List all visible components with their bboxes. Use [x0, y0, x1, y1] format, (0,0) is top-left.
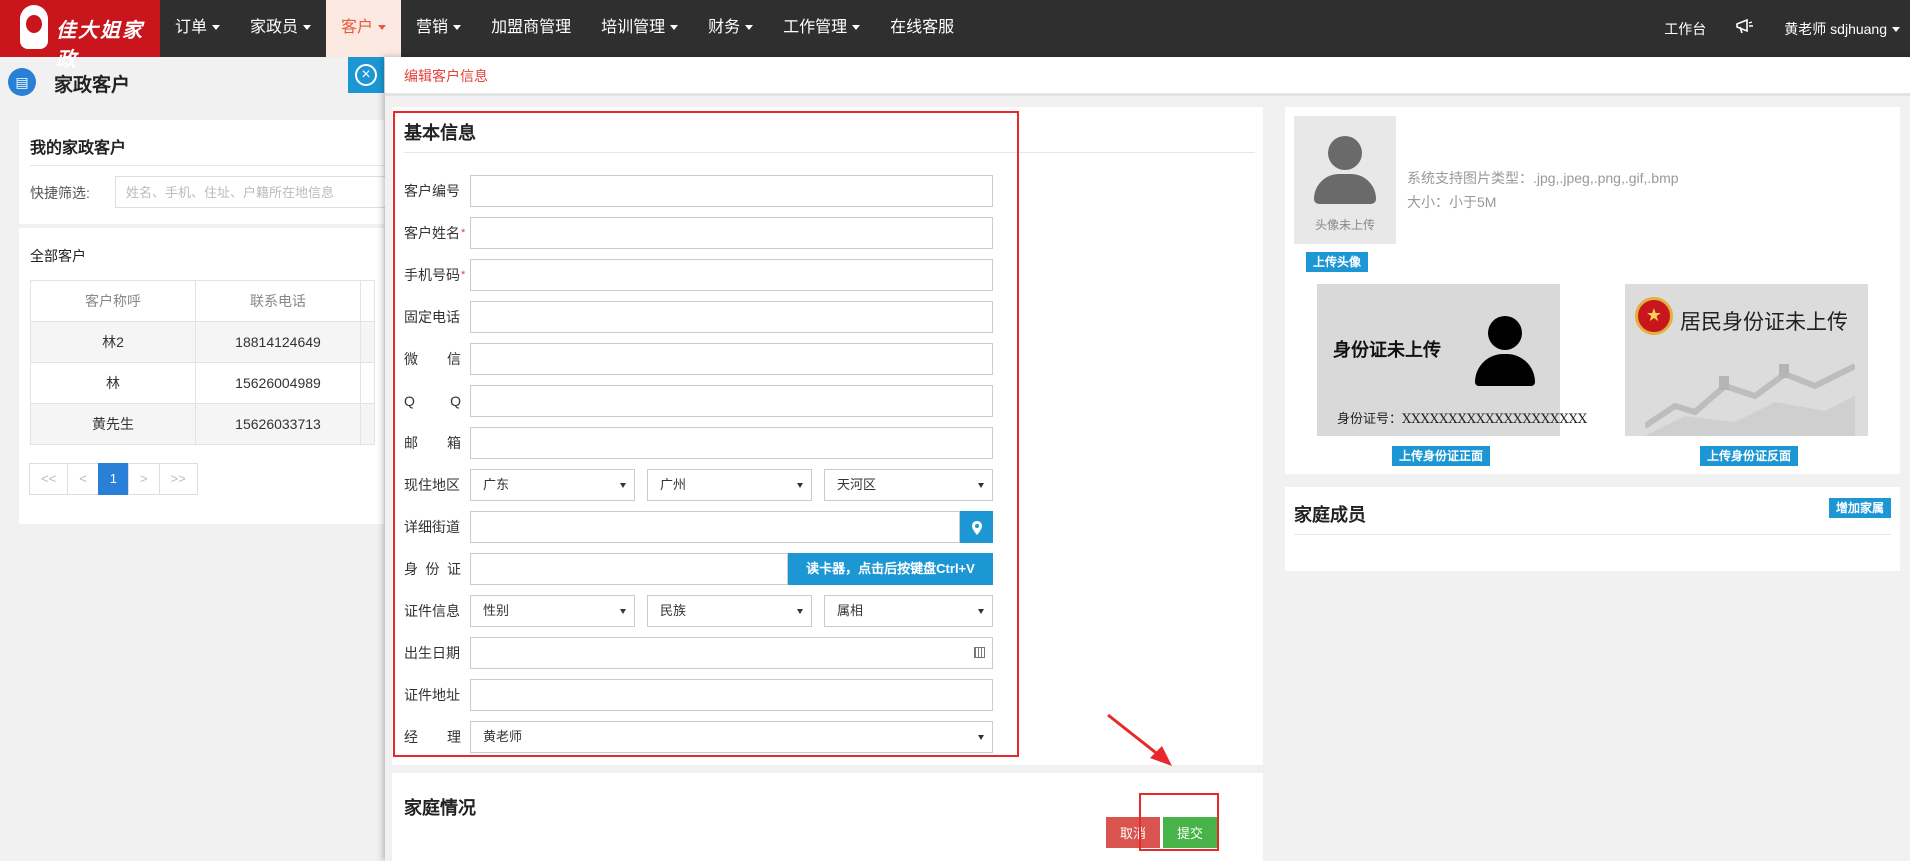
megaphone-icon[interactable]: [1736, 18, 1754, 38]
workbench-link[interactable]: 工作台: [1664, 19, 1706, 39]
table-row[interactable]: 林 15626004989: [30, 362, 375, 404]
caret-down-icon: [378, 25, 387, 31]
page-title: 家政客户: [54, 75, 131, 96]
national-emblem-icon: ★: [1635, 297, 1673, 335]
nav-item-support[interactable]: 在线客服: [875, 0, 969, 57]
nav-item-orders[interactable]: 订单: [160, 0, 235, 57]
page-next-button[interactable]: >: [128, 463, 160, 495]
quick-filter-input[interactable]: [115, 176, 395, 208]
my-customers-card: 我的家政客户 快捷筛选:: [19, 120, 395, 224]
id-back-placeholder: ★ 居民身份证未上传: [1625, 284, 1868, 436]
family-title: 家庭情况: [404, 798, 476, 818]
customer-phone-cell: 18814124649: [195, 321, 361, 363]
page-prev-button[interactable]: <: [67, 463, 99, 495]
nav-item-staff[interactable]: 家政员: [235, 0, 326, 57]
nav-item-training[interactable]: 培训管理: [586, 0, 693, 57]
customer-name-cell: 林: [30, 362, 196, 404]
caret-down-icon: [212, 25, 221, 31]
brand-logo[interactable]: 佳大姐家政: [0, 0, 160, 71]
arrow-icon: [1107, 713, 1172, 766]
caret-down-icon: [1892, 27, 1900, 33]
customer-name-cell: 黄先生: [30, 403, 196, 445]
close-icon: ×: [355, 64, 377, 86]
id-front-placeholder: 身份证未上传 身份证号：XXXXXXXXXXXXXXXXXXXX: [1317, 284, 1587, 436]
avatar-placeholder: 头像未上传: [1294, 116, 1396, 244]
image-type-hint: 系统支持图片类型：.jpg,.jpeg,.png,.gif,.bmp: [1407, 170, 1679, 186]
breadcrumb: 编辑客户信息: [404, 68, 488, 84]
column-header[interactable]: 联系电话: [195, 280, 361, 322]
customer-phone-cell: 15626004989: [195, 362, 361, 404]
family-members-title: 家庭成员: [1294, 505, 1366, 525]
upload-avatar-button[interactable]: 上传头像: [1306, 252, 1369, 272]
upload-id-front-button[interactable]: 上传身份证正面: [1392, 446, 1491, 466]
highlight-frame: [1139, 793, 1219, 851]
person-icon: [1328, 136, 1362, 170]
customer-phone-cell: 15626033713: [195, 403, 361, 445]
person-icon: [1475, 316, 1535, 388]
id-front-text: 身份证未上传: [1333, 340, 1441, 360]
book-icon: ▤: [8, 68, 36, 96]
nav-item-work[interactable]: 工作管理: [768, 0, 875, 57]
nav-right: 工作台 黄老师 sdjhuang: [1634, 0, 1900, 57]
image-size-hint: 大小：小于5M: [1407, 194, 1497, 210]
caret-down-icon: [303, 25, 312, 31]
upload-id-back-button[interactable]: 上传身份证反面: [1700, 446, 1799, 466]
mascot-icon: [20, 5, 48, 49]
my-customers-title: 我的家政客户: [30, 140, 127, 157]
customer-table: 客户称呼 联系电话 林2 18814124649 林 15626004989 黄…: [30, 280, 375, 445]
family-card: 家庭情况 取消 提交: [392, 773, 1263, 861]
customer-name-cell: 林2: [30, 321, 196, 363]
quick-filter-label: 快捷筛选:: [30, 185, 90, 201]
column-header[interactable]: 客户称呼: [30, 280, 196, 322]
page-first-button[interactable]: <<: [29, 463, 69, 495]
main-menu: 订单 家政员 客户 营销 加盟商管理 培训管理 财务 工作管理 在线客服: [160, 0, 969, 57]
close-panel-button[interactable]: ×: [348, 57, 384, 93]
photo-card: 头像未上传 系统支持图片类型：.jpg,.jpeg,.png,.gif,.bmp…: [1285, 107, 1900, 474]
nav-item-customers[interactable]: 客户: [326, 0, 402, 57]
caret-down-icon: [852, 25, 861, 31]
id-back-text: 居民身份证未上传: [1680, 310, 1848, 334]
nav-item-finance[interactable]: 财务: [693, 0, 768, 57]
highlight-frame: [393, 111, 1019, 757]
table-row[interactable]: 黄先生 15626033713: [30, 403, 375, 445]
user-menu[interactable]: 黄老师 sdjhuang: [1784, 19, 1900, 39]
all-customers-card: 全部客户 客户称呼 联系电话 林2 18814124649 林 15626004…: [19, 228, 384, 524]
caret-down-icon: [670, 25, 679, 31]
table-row[interactable]: 林2 18814124649: [30, 321, 375, 363]
avatar-caption: 头像未上传: [1314, 218, 1375, 232]
page-header: ▤ 家政客户: [0, 57, 385, 107]
caret-down-icon: [453, 25, 462, 31]
caret-down-icon: [745, 25, 754, 31]
column-header: [360, 280, 375, 322]
family-members-card: 家庭成员 增加家属: [1285, 487, 1900, 571]
all-customers-title: 全部客户: [30, 248, 86, 264]
nav-item-franchise[interactable]: 加盟商管理: [476, 0, 586, 57]
pagination: << < 1 > >>: [29, 463, 198, 495]
nav-item-marketing[interactable]: 营销: [401, 0, 476, 57]
id-number-text: 身份证号：XXXXXXXXXXXXXXXXXXXX: [1337, 412, 1588, 427]
top-navbar: 佳大姐家政 订单 家政员 客户 营销 加盟商管理 培训管理 财务 工作管理 在线…: [0, 0, 1910, 71]
page-last-button[interactable]: >>: [158, 463, 198, 495]
add-member-button[interactable]: 增加家属: [1828, 498, 1891, 518]
page-1-button[interactable]: 1: [97, 463, 130, 495]
great-wall-icon: [1645, 363, 1855, 436]
